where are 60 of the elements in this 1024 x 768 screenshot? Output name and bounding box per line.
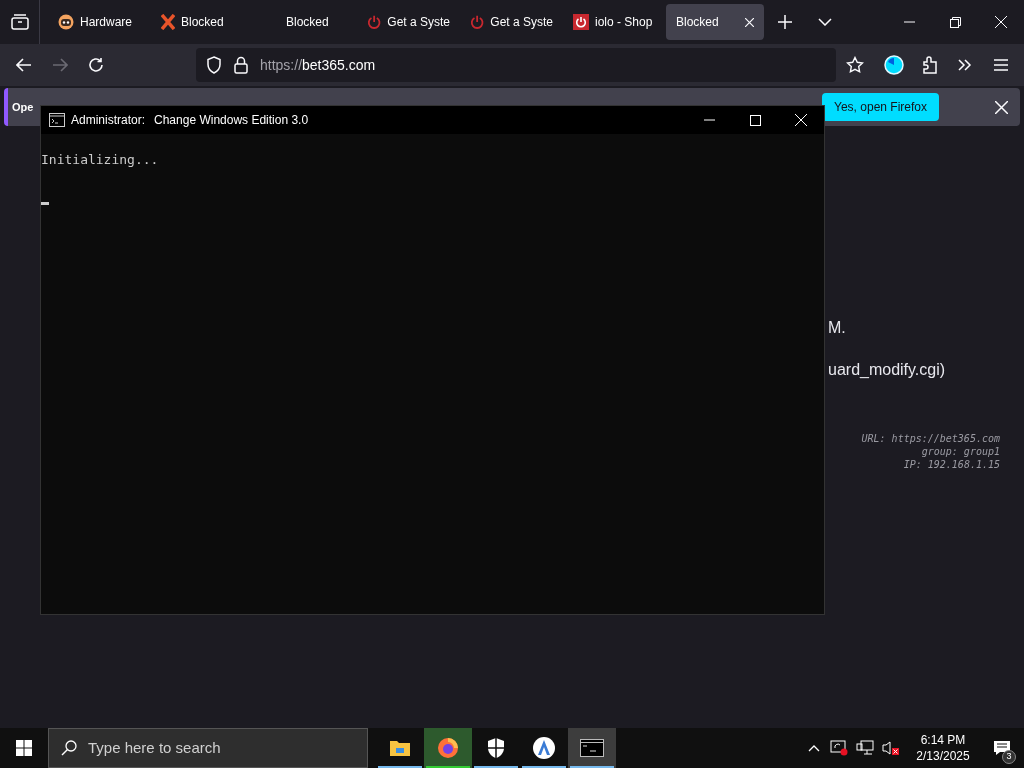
address-bar[interactable]: https://bet365.com (196, 48, 836, 82)
notification-count: 3 (1002, 750, 1016, 764)
overflow-icon[interactable] (958, 59, 972, 71)
star-icon[interactable] (846, 56, 864, 74)
tab-list-icon[interactable] (10, 14, 29, 30)
face-icon (58, 14, 74, 30)
lock-icon[interactable] (234, 56, 248, 74)
search-field[interactable]: Type here to search (48, 728, 368, 768)
console-line: Initializing... (41, 151, 160, 169)
close-icon[interactable] (995, 16, 1007, 28)
browser-tab[interactable]: iolo - Shop (563, 4, 666, 40)
close-icon[interactable] (995, 100, 1008, 114)
browser-tab[interactable]: Hardware (48, 4, 151, 40)
minimize-icon[interactable] (703, 119, 715, 121)
menu-icon[interactable] (994, 59, 1008, 71)
clock-time[interactable]: 6:14 PM (920, 732, 966, 748)
forward-arrow-icon[interactable] (52, 58, 68, 72)
window-title: Change Windows Edition 3.0 (154, 112, 309, 129)
network-icon[interactable] (856, 740, 874, 756)
sync-error-icon[interactable] (830, 740, 848, 756)
chevron-down-icon[interactable] (818, 18, 832, 26)
power-icon (367, 14, 382, 30)
browser-tab[interactable]: Blocked (254, 4, 357, 40)
url-text: https://bet365.com (260, 55, 376, 75)
text-cursor (41, 202, 49, 205)
info-line: URL: https://bet365.com (861, 432, 1000, 445)
page-text: M. (828, 318, 847, 338)
chevron-up-icon[interactable] (808, 744, 820, 752)
terminal-icon[interactable] (568, 728, 616, 768)
browser-icon[interactable] (424, 728, 472, 768)
shield-icon[interactable] (206, 56, 222, 74)
x-icon (161, 14, 175, 30)
window-title: Administrator: (71, 112, 146, 129)
notification-text: Ope (12, 99, 34, 115)
browser-tab[interactable]: Get a Syste (357, 4, 460, 40)
new-tab-icon[interactable] (778, 15, 792, 29)
console-icon (49, 113, 65, 127)
extensions-icon[interactable] (922, 56, 938, 74)
page-text: uard_modify.cgi) (828, 360, 947, 380)
account-icon[interactable] (884, 55, 904, 75)
maximize-icon[interactable] (749, 114, 761, 126)
search-placeholder: Type here to search (88, 737, 221, 758)
browser-tab[interactable]: Blocked (151, 4, 254, 40)
info-line: IP: 192.168.1.15 (903, 458, 1000, 471)
back-arrow-icon[interactable] (16, 58, 32, 72)
clock-date[interactable]: 2/13/2025 (916, 748, 970, 764)
power-icon (470, 14, 485, 30)
restore-icon[interactable] (949, 16, 961, 28)
speaker-muted-icon[interactable] (882, 740, 900, 756)
close-icon[interactable] (745, 17, 754, 27)
browser-tab[interactable]: Get a Syste (460, 4, 563, 40)
minimize-icon[interactable] (903, 21, 915, 23)
search-icon (61, 740, 77, 756)
reload-icon[interactable] (88, 57, 104, 73)
info-line: group: group1 (921, 445, 1000, 458)
power-icon (573, 14, 589, 30)
open-firefox-button[interactable]: Yes, open Firefox (822, 93, 939, 121)
browser-tab[interactable]: Blocked (666, 4, 764, 40)
windows-start-icon[interactable] (16, 740, 32, 756)
close-icon[interactable] (795, 114, 807, 126)
